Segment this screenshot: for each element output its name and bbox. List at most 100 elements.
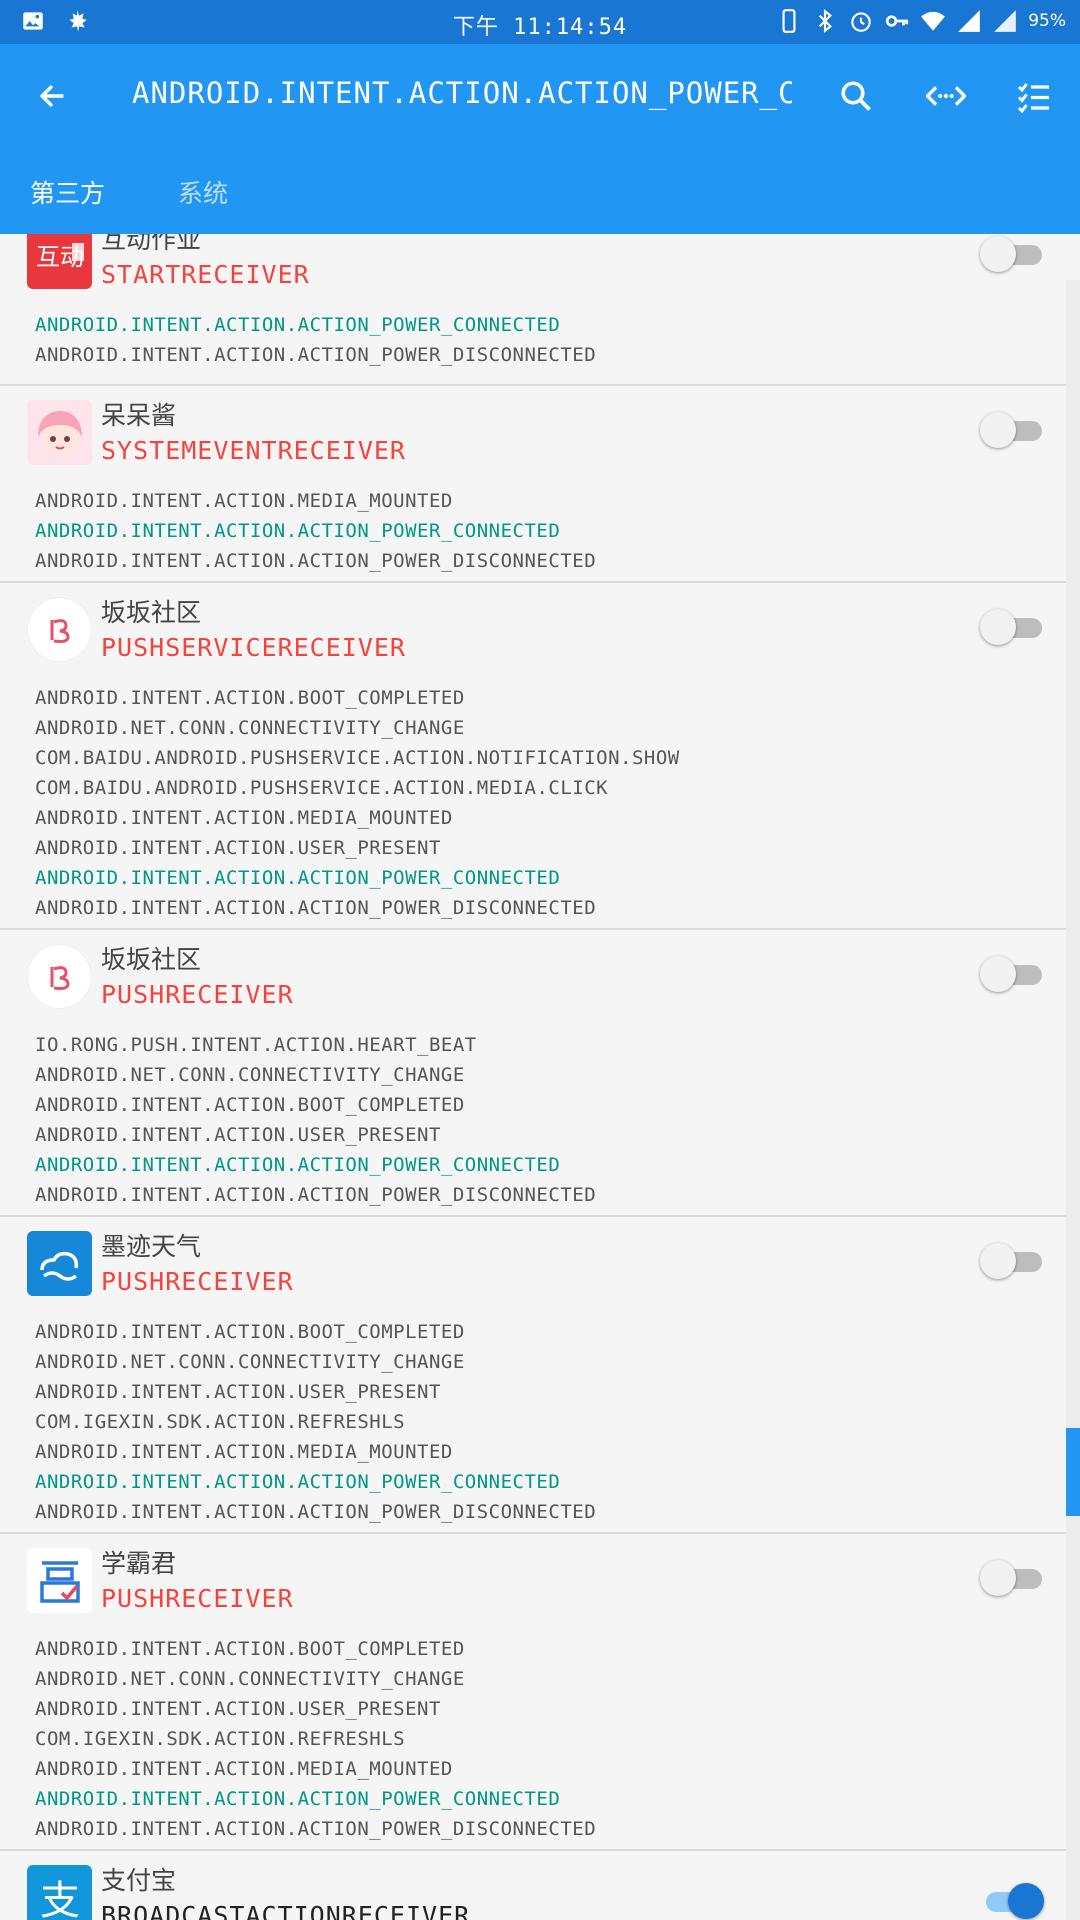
receiver-name: STARTRECEIVER [101, 260, 310, 289]
hudong-icon: 互动 [27, 234, 92, 289]
code-button[interactable] [922, 72, 970, 120]
intent-action: ANDROID.INTENT.ACTION.ACTION_POWER_DISCO… [35, 344, 597, 366]
intent-action: ANDROID.INTENT.ACTION.USER_PRESENT [35, 1124, 441, 1146]
phone-icon [776, 8, 802, 34]
switch-thumb [980, 609, 1016, 645]
intent-action: ANDROID.INTENT.ACTION.ACTION_POWER_DISCO… [35, 1184, 597, 1206]
receiver-toggle[interactable] [980, 1881, 1044, 1920]
receiver-name: PUSHSERVICERECEIVER [101, 633, 406, 662]
intent-action: ANDROID.INTENT.ACTION.MEDIA_MOUNTED [35, 490, 453, 512]
receiver-toggle[interactable] [980, 410, 1044, 450]
checklist-icon [1017, 83, 1049, 114]
intent-action: COM.IGEXIN.SDK.ACTION.REFRESHLS [35, 1411, 406, 1433]
switch-thumb [980, 236, 1016, 272]
alipay-icon: 支 [27, 1865, 92, 1920]
intent-action: ANDROID.INTENT.ACTION.ACTION_POWER_CONNE… [35, 1471, 561, 1493]
receiver-toggle[interactable] [980, 607, 1044, 647]
battery-level: 95% [1028, 11, 1066, 31]
intent-action: ANDROID.INTENT.ACTION.ACTION_POWER_DISCO… [35, 550, 597, 572]
scrollbar-track[interactable] [1066, 280, 1080, 1920]
list-item[interactable]: 呆呆酱 SYSTEMEVENTRECEIVER ANDROID.INTENT.A… [0, 386, 1066, 583]
app-name: 坂坂社区 [101, 945, 202, 974]
signal-icon [956, 8, 982, 34]
intent-action: ANDROID.INTENT.ACTION.BOOT_COMPLETED [35, 1094, 465, 1116]
toolbar: ANDROID.INTENT.ACTION.ACTION_POWER_CO... [0, 44, 1080, 148]
receiver-name: PUSHRECEIVER [101, 980, 294, 1009]
intent-action: ANDROID.INTENT.ACTION.USER_PRESENT [35, 1381, 441, 1403]
intent-action: ANDROID.INTENT.ACTION.ACTION_POWER_CONNE… [35, 1788, 561, 1810]
receiver-list[interactable]: 互动 互动作业 STARTRECEIVER ANDROID.INTENT.ACT… [0, 234, 1066, 1920]
app-name: 支付宝 [101, 1866, 177, 1895]
page-title: ANDROID.INTENT.ACTION.ACTION_POWER_CO... [132, 76, 792, 110]
code-icon [926, 86, 966, 106]
list-item[interactable]: 互动 互动作业 STARTRECEIVER ANDROID.INTENT.ACT… [0, 234, 1066, 386]
intent-action-list: ANDROID.INTENT.ACTION.BOOT_COMPLETED AND… [35, 1634, 596, 1844]
tab-bar: 第三方 系统 [0, 164, 1080, 234]
tab-third-party[interactable]: 第三方 [30, 174, 105, 210]
intent-action: ANDROID.INTENT.ACTION.MEDIA_MOUNTED [35, 807, 453, 829]
search-button[interactable] [832, 72, 880, 120]
intent-action: ANDROID.INTENT.ACTION.MEDIA_MOUNTED [35, 1758, 453, 1780]
status-bar: 下午 11:14:54 95% [0, 0, 1080, 44]
alarm-icon [848, 8, 874, 34]
wifi-icon [920, 8, 946, 34]
intent-action: ANDROID.NET.CONN.CONNECTIVITY_CHANGE [35, 1668, 465, 1690]
switch-thumb [1008, 1883, 1044, 1919]
intent-action: ANDROID.INTENT.ACTION.ACTION_POWER_DISCO… [35, 897, 597, 919]
banban-icon [27, 944, 92, 1009]
list-item[interactable]: 坂坂社区 PUSHSERVICERECEIVER ANDROID.INTENT.… [0, 583, 1066, 930]
app-name: 墨迹天气 [101, 1232, 202, 1261]
signal-icon [992, 8, 1018, 34]
arrow-back-icon [39, 84, 64, 108]
intent-action: ANDROID.INTENT.ACTION.BOOT_COMPLETED [35, 1321, 465, 1343]
app-name: 学霸君 [101, 1549, 177, 1578]
switch-thumb [980, 956, 1016, 992]
moji-weather-icon [27, 1231, 92, 1296]
intent-action-list: ANDROID.INTENT.ACTION.BOOT_COMPLETED AND… [35, 1317, 596, 1527]
app-name: 呆呆酱 [101, 401, 177, 430]
back-button[interactable] [28, 72, 76, 120]
list-item[interactable]: 坂坂社区 PUSHRECEIVER IO.RONG.PUSH.INTENT.AC… [0, 930, 1066, 1217]
intent-action: COM.BAIDU.ANDROID.PUSHSERVICE.ACTION.NOT… [35, 747, 680, 769]
receiver-toggle[interactable] [980, 1558, 1044, 1598]
checklist-button[interactable] [1010, 72, 1058, 120]
intent-action: ANDROID.NET.CONN.CONNECTIVITY_CHANGE [35, 717, 465, 739]
receiver-name: PUSHRECEIVER [101, 1584, 294, 1613]
xuebajun-icon [27, 1548, 92, 1613]
intent-action: ANDROID.INTENT.ACTION.BOOT_COMPLETED [35, 1638, 465, 1660]
intent-action: ANDROID.INTENT.ACTION.USER_PRESENT [35, 1698, 441, 1720]
switch-thumb [980, 1560, 1016, 1596]
intent-action-list: IO.RONG.PUSH.INTENT.ACTION.HEART_BEAT AN… [35, 1030, 596, 1210]
list-item[interactable]: 支 支付宝 BROADCASTACTIONRECEIVER [0, 1851, 1066, 1920]
intent-action: IO.RONG.PUSH.INTENT.ACTION.HEART_BEAT [35, 1034, 477, 1056]
bluetooth-icon [812, 8, 838, 34]
anime-girl-icon [27, 400, 92, 465]
intent-action: ANDROID.INTENT.ACTION.ACTION_POWER_CONNE… [35, 867, 561, 889]
app-name: 坂坂社区 [101, 598, 202, 627]
intent-action: ANDROID.INTENT.ACTION.USER_PRESENT [35, 837, 441, 859]
intent-action: ANDROID.INTENT.ACTION.ACTION_POWER_CONNE… [35, 314, 561, 336]
intent-action-list: ANDROID.INTENT.ACTION.MEDIA_MOUNTED ANDR… [35, 486, 596, 576]
tab-system[interactable]: 系统 [178, 174, 228, 210]
banban-icon [27, 597, 92, 662]
intent-action: ANDROID.INTENT.ACTION.MEDIA_MOUNTED [35, 1441, 453, 1463]
app-bar: ANDROID.INTENT.ACTION.ACTION_POWER_CO...… [0, 44, 1080, 234]
receiver-toggle[interactable] [980, 1241, 1044, 1281]
receiver-toggle[interactable] [980, 234, 1044, 274]
receiver-name: SYSTEMEVENTRECEIVER [101, 436, 406, 465]
key-icon [884, 8, 910, 34]
intent-action: COM.BAIDU.ANDROID.PUSHSERVICE.ACTION.MED… [35, 777, 609, 799]
svg-text:支: 支 [40, 1878, 80, 1920]
intent-action: ANDROID.INTENT.ACTION.ACTION_POWER_CONNE… [35, 520, 561, 542]
intent-action: ANDROID.NET.CONN.CONNECTIVITY_CHANGE [35, 1351, 465, 1373]
intent-action-list: ANDROID.INTENT.ACTION.ACTION_POWER_CONNE… [35, 310, 596, 370]
list-item[interactable]: 学霸君 PUSHRECEIVER ANDROID.INTENT.ACTION.B… [0, 1534, 1066, 1851]
scrollbar-thumb[interactable] [1066, 1428, 1080, 1516]
list-item[interactable]: 墨迹天气 PUSHRECEIVER ANDROID.INTENT.ACTION.… [0, 1217, 1066, 1534]
intent-action: ANDROID.INTENT.ACTION.ACTION_POWER_DISCO… [35, 1818, 597, 1840]
intent-action: ANDROID.INTENT.ACTION.BOOT_COMPLETED [35, 687, 465, 709]
receiver-name: PUSHRECEIVER [101, 1267, 294, 1296]
intent-action: ANDROID.INTENT.ACTION.ACTION_POWER_DISCO… [35, 1501, 597, 1523]
receiver-toggle[interactable] [980, 954, 1044, 994]
switch-thumb [980, 412, 1016, 448]
